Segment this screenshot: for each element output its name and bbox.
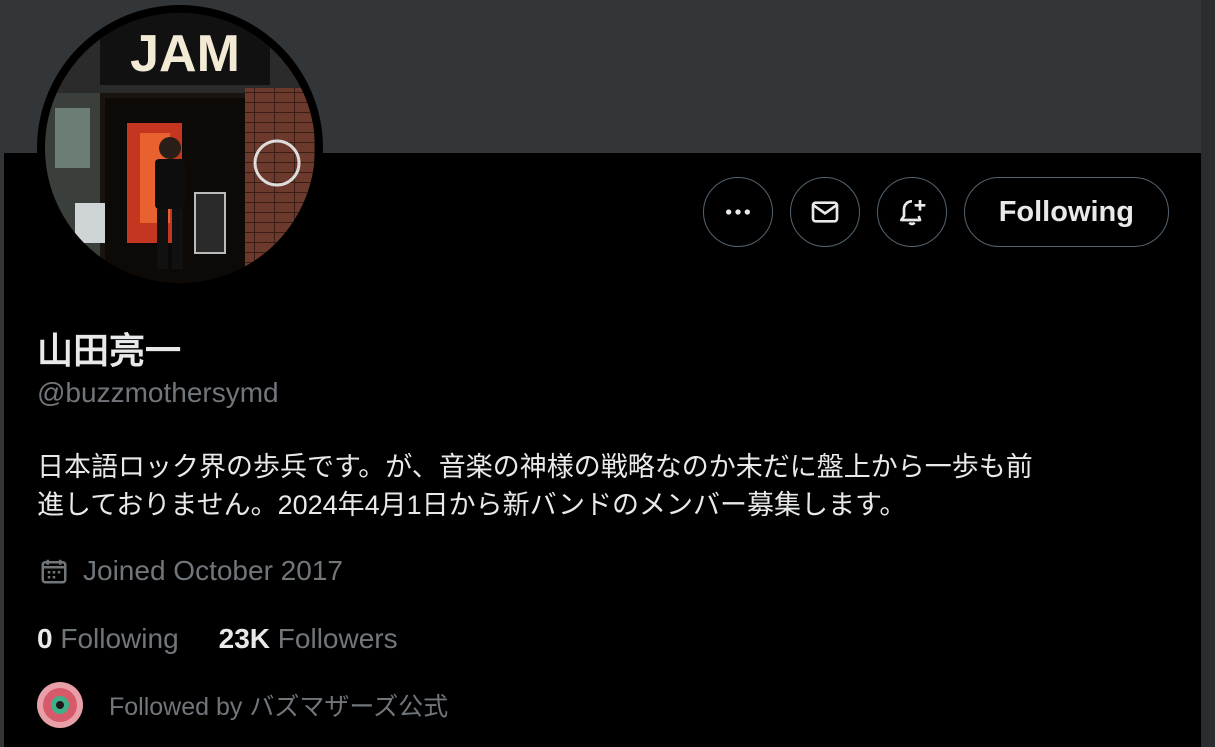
bell-plus-icon [899,200,926,226]
followed-by[interactable]: Followed by バズマザーズ公式 [37,682,448,728]
notifications-button[interactable] [876,177,947,247]
following-button[interactable]: Following [963,177,1169,247]
followed-by-text: Followed by バズマザーズ公式 [109,693,449,721]
message-button[interactable] [789,177,860,247]
profile-avatar[interactable]: JAM [37,5,323,291]
more-button[interactable] [702,177,773,247]
profile-action-bar: Following [702,177,1169,247]
profile-bio: 日本語ロック界の歩兵です。が、音楽の神様の戦略なのか未だに盤上から一歩も前 進し… [37,448,1177,524]
following-label: Following [60,623,179,654]
jam-sign-text: JAM [130,25,240,83]
joined-date: Joined October 2017 [39,555,343,587]
followers-label: Followers [277,623,398,654]
calendar-icon [41,559,67,584]
avatar-photo: JAM [45,13,315,283]
envelope-icon [811,201,839,223]
ellipsis-icon [725,209,750,215]
profile-handle: @buzzmothersymd [37,377,279,408]
joined-text: Joined October 2017 [83,555,343,586]
following-stat-link[interactable]: 0 Following [37,623,179,655]
window-frame-right [1201,0,1215,747]
profile-display-name: 山田亮一 [37,330,182,371]
followers-count: 23K [218,623,271,654]
followers-stat-link[interactable]: 23K Followers [219,623,398,655]
bio-line-1: 日本語ロック界の歩兵です。が、音楽の神様の戦略なのか未だに盤上から一歩も前 [37,452,1033,482]
follow-stats: 0 Following 23K Followers [37,623,398,655]
follower-avatar [37,682,83,728]
follower-avatar-image [37,682,83,728]
bio-line-2: 進しておりません。2024年4月1日から新バンドのメンバー募集します。 [37,490,907,520]
following-count: 0 [37,623,53,654]
